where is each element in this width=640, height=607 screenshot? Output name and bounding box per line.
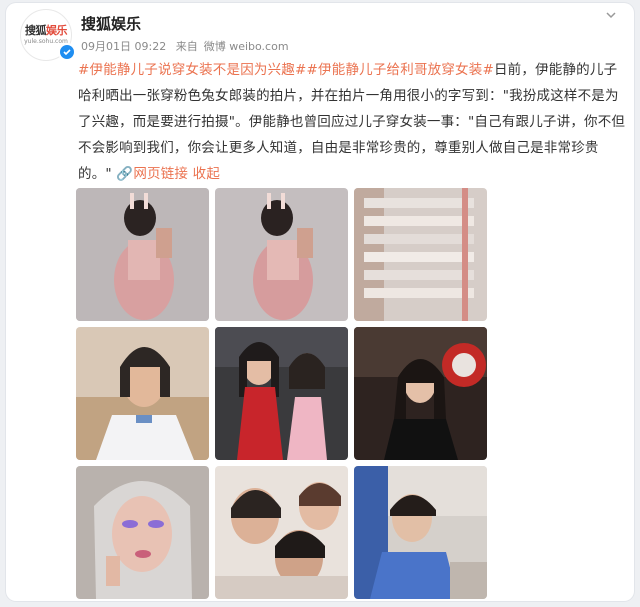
post-body: #伊能静儿子说穿女装不是因为兴趣##伊能静儿子给利哥放穿女装#日前，伊能静的儿子… bbox=[78, 57, 626, 187]
photo-ina-ching[interactable] bbox=[76, 327, 209, 460]
web-link[interactable]: 🔗网页链接 bbox=[116, 166, 188, 182]
link-icon: 🔗 bbox=[116, 166, 134, 182]
photo-silver-hair-makeup[interactable] bbox=[76, 466, 209, 599]
avatar-logo: 搜狐娱乐 bbox=[25, 24, 68, 37]
post-date[interactable]: 09月01日 09:22 bbox=[81, 40, 166, 53]
photo-red-dress-pair[interactable] bbox=[215, 327, 348, 460]
photo-bunny-costume-1[interactable] bbox=[76, 188, 209, 321]
web-link-text: 网页链接 bbox=[133, 166, 189, 182]
photo-group-selfie[interactable] bbox=[215, 466, 348, 599]
photo-stacked-strips[interactable] bbox=[354, 188, 487, 321]
post-meta: 09月01日 09:22 来自 微博 weibo.com bbox=[81, 38, 295, 54]
collapse-text-button[interactable]: 收起 bbox=[193, 166, 220, 182]
source-prefix: 来自 bbox=[175, 40, 198, 53]
photo-bunny-costume-2[interactable] bbox=[215, 188, 348, 321]
verified-badge-icon bbox=[58, 43, 76, 61]
weibo-post-card: 搜狐娱乐 yule.sohu.com 搜狐娱乐 09月01日 09:22 来自微… bbox=[6, 3, 634, 601]
chevron-down-icon[interactable] bbox=[604, 7, 618, 21]
photo-black-dress-night[interactable] bbox=[354, 327, 487, 460]
photo-blue-shirt[interactable] bbox=[354, 466, 487, 599]
post-source: 微博 weibo.com bbox=[203, 40, 289, 53]
post-body-text: 日前，伊能静的儿子哈利晒出一张穿粉色兔女郎装的拍片，并在拍片一角用很小的字写到：… bbox=[78, 62, 626, 182]
topic-link[interactable]: #伊能静儿子说穿女装不是因为兴趣# bbox=[78, 62, 307, 78]
author-name[interactable]: 搜狐娱乐 bbox=[81, 13, 141, 34]
topic-link[interactable]: #伊能静儿子给利哥放穿女装# bbox=[307, 62, 494, 78]
